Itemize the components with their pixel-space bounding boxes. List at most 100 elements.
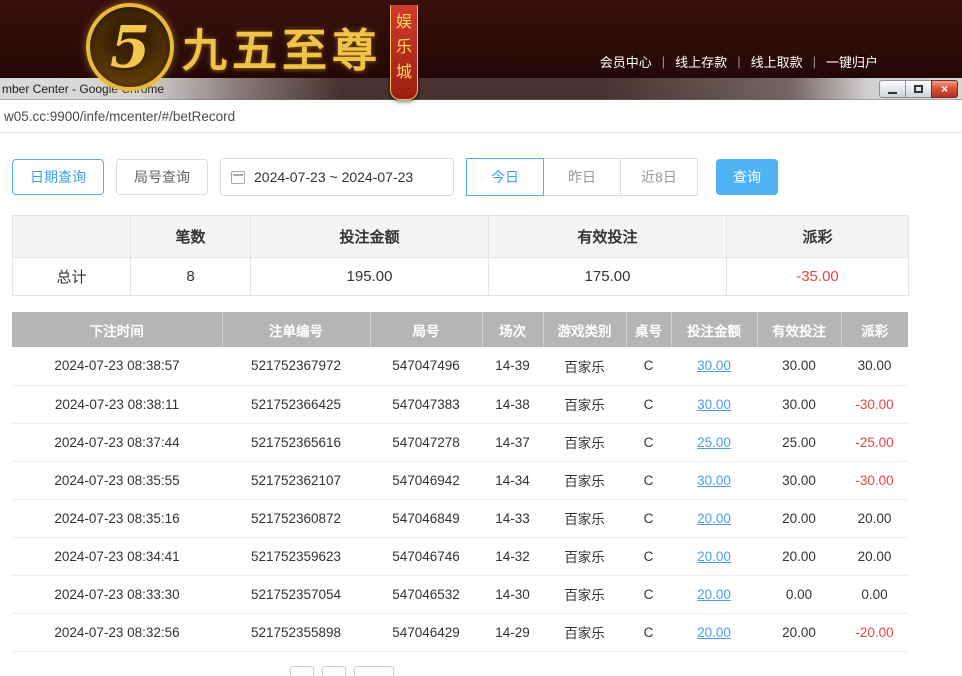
round-number: 547046942 [370, 461, 482, 499]
table-number: C [626, 537, 671, 575]
bet-amount-link[interactable]: 20.00 [671, 575, 757, 613]
quick-range-yesterday-button[interactable]: 昨日 [543, 158, 621, 196]
table-row: 2024-07-23 08:38:57 521752367972 5470474… [12, 347, 908, 385]
game-type: 百家乐 [543, 385, 626, 423]
bet-time: 2024-07-23 08:34:41 [12, 537, 222, 575]
bet-amount-link[interactable]: 20.00 [671, 613, 757, 651]
browser-urlbar[interactable]: w05.cc:9900/infe/mcenter/#/betRecord [0, 100, 962, 133]
maximize-icon [914, 85, 923, 93]
table-row: 2024-07-23 08:32:56 521752355898 5470464… [12, 613, 908, 651]
summary-total-label: 总计 [13, 258, 131, 296]
session: 14-30 [482, 575, 543, 613]
payout: 0.00 [841, 575, 908, 613]
date-range-picker[interactable]: 2024-07-23 ~ 2024-07-23 [220, 158, 454, 196]
bet-time: 2024-07-23 08:37:44 [12, 423, 222, 461]
bet-amount-link[interactable]: 30.00 [671, 461, 757, 499]
quick-range-group: 今日 昨日 近8日 [466, 158, 698, 196]
close-button[interactable]: × [931, 80, 958, 98]
payout: -30.00 [841, 385, 908, 423]
date-query-tab[interactable]: 日期查询 [12, 159, 104, 195]
bet-amount-link[interactable]: 30.00 [671, 347, 757, 385]
page-button[interactable] [354, 666, 394, 676]
minimize-button[interactable] [879, 80, 906, 98]
quick-range-today-button[interactable]: 今日 [466, 158, 544, 196]
table-row: 2024-07-23 08:33:30 521752357054 5470465… [12, 575, 908, 613]
bet-record-page: 日期查询 局号查询 2024-07-23 ~ 2024-07-23 今日 昨日 … [0, 133, 962, 676]
payout: 30.00 [841, 347, 908, 385]
table-row: 2024-07-23 08:35:16 521752360872 5470468… [12, 499, 908, 537]
valid-bet: 30.00 [757, 461, 841, 499]
maximize-button[interactable] [905, 80, 932, 98]
detail-header-row: 下注时间 注单编号 局号 场次 游戏类别 桌号 投注金额 有效投注 派彩 [12, 312, 908, 347]
brand-banner: 娱乐城 [390, 5, 418, 100]
close-icon: × [941, 82, 948, 96]
round-number: 547046746 [370, 537, 482, 575]
summary-payout: -35.00 [727, 258, 909, 296]
screen: 5 九五至尊 娱乐城 会员中心 | 线上存款 | 线上取款 | 一键归户 mbe… [0, 0, 962, 676]
bet-amount-link[interactable]: 25.00 [671, 423, 757, 461]
session: 14-39 [482, 347, 543, 385]
game-type: 百家乐 [543, 461, 626, 499]
summary-header-payout: 派彩 [727, 216, 909, 258]
filter-toolbar: 日期查询 局号查询 2024-07-23 ~ 2024-07-23 今日 昨日 … [12, 158, 962, 196]
header-game-type: 游戏类别 [543, 312, 626, 347]
round-number: 547047496 [370, 347, 482, 385]
summary-bet-amount: 195.00 [251, 258, 489, 296]
bet-amount-link[interactable]: 20.00 [671, 499, 757, 537]
game-type: 百家乐 [543, 537, 626, 575]
summary-count: 8 [131, 258, 251, 296]
order-number: 521752359623 [222, 537, 370, 575]
table-number: C [626, 347, 671, 385]
quick-range-last8days-button[interactable]: 近8日 [620, 158, 698, 196]
valid-bet: 25.00 [757, 423, 841, 461]
search-button[interactable]: 查询 [716, 159, 778, 195]
header-order-number: 注单编号 [222, 312, 370, 347]
table-row: 2024-07-23 08:38:11 521752366425 5470473… [12, 385, 908, 423]
valid-bet: 30.00 [757, 385, 841, 423]
top-nav: 会员中心 | 线上存款 | 线上取款 | 一键归户 [600, 52, 878, 71]
session: 14-33 [482, 499, 543, 537]
game-type: 百家乐 [543, 423, 626, 461]
nav-online-withdraw[interactable]: 线上取款 [751, 52, 803, 71]
bet-time: 2024-07-23 08:32:56 [12, 613, 222, 651]
brand-name: 九五至尊 [182, 14, 382, 79]
window-controls: × [879, 80, 958, 98]
table-row: 2024-07-23 08:37:44 521752365616 5470472… [12, 423, 908, 461]
round-query-tab[interactable]: 局号查询 [116, 159, 208, 195]
nav-member-center[interactable]: 会员中心 [600, 52, 652, 71]
table-row: 2024-07-23 08:35:55 521752362107 5470469… [12, 461, 908, 499]
table-number: C [626, 385, 671, 423]
calendar-icon [231, 171, 245, 184]
round-number: 547047278 [370, 423, 482, 461]
bet-detail-table: 下注时间 注单编号 局号 场次 游戏类别 桌号 投注金额 有效投注 派彩 202… [12, 312, 908, 652]
table-number: C [626, 613, 671, 651]
nav-separator: | [662, 54, 665, 69]
valid-bet: 20.00 [757, 537, 841, 575]
url-text: w05.cc:9900/infe/mcenter/#/betRecord [4, 109, 235, 124]
header-session: 场次 [482, 312, 543, 347]
payout: -20.00 [841, 613, 908, 651]
header-payout: 派彩 [841, 312, 908, 347]
bet-amount-link[interactable]: 30.00 [671, 385, 757, 423]
round-number: 547046849 [370, 499, 482, 537]
nav-separator: | [813, 54, 816, 69]
order-number: 521752360872 [222, 499, 370, 537]
valid-bet: 0.00 [757, 575, 841, 613]
table-number: C [626, 461, 671, 499]
session: 14-34 [482, 461, 543, 499]
summary-valid-bet: 175.00 [489, 258, 727, 296]
game-type: 百家乐 [543, 613, 626, 651]
bet-amount-link[interactable]: 20.00 [671, 537, 757, 575]
order-number: 521752357054 [222, 575, 370, 613]
payout: 20.00 [841, 537, 908, 575]
summary-header-bet-amount: 投注金额 [251, 216, 489, 258]
page-button[interactable] [290, 666, 314, 676]
table-number: C [626, 575, 671, 613]
nav-online-deposit[interactable]: 线上存款 [675, 52, 727, 71]
nav-one-key-transfer[interactable]: 一键归户 [826, 52, 878, 71]
session: 14-32 [482, 537, 543, 575]
valid-bet: 20.00 [757, 613, 841, 651]
valid-bet: 20.00 [757, 499, 841, 537]
summary-header-blank [13, 216, 131, 258]
page-button[interactable] [322, 666, 346, 676]
